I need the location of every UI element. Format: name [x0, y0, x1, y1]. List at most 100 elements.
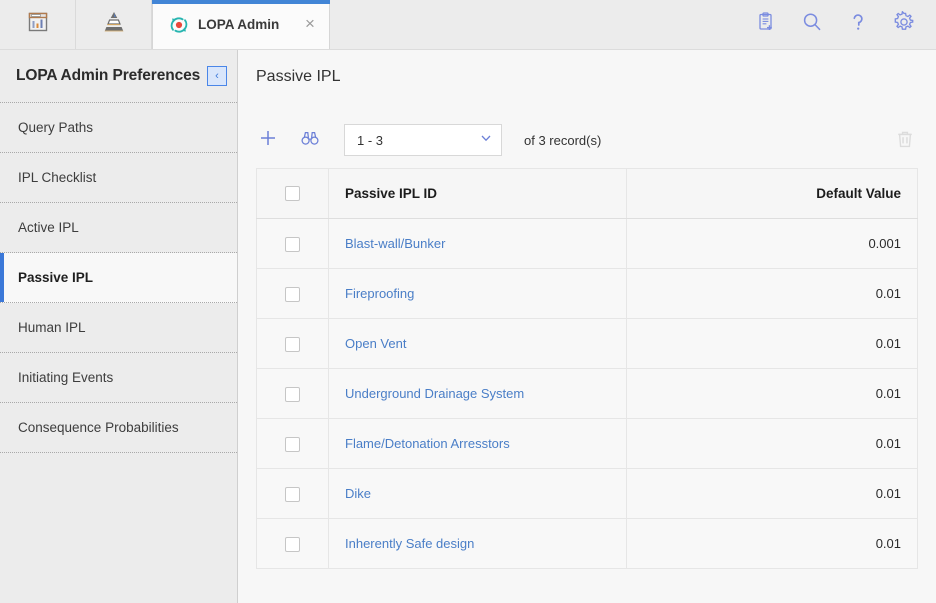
row-checkbox[interactable] [285, 486, 300, 502]
table-head: Passive IPL ID Default Value [256, 168, 918, 219]
cell-default-value: 0.001 [626, 218, 918, 269]
column-header-default-value[interactable]: Default Value [626, 168, 918, 219]
cell-passive-ipl-id: Dike [328, 468, 627, 519]
sidebar-header: LOPA Admin Preferences ‹ [0, 50, 237, 102]
select-all-checkbox[interactable] [285, 186, 300, 202]
grid-toolbar: 1 - 3 of 3 record(s) [238, 112, 936, 168]
page-range-dropdown[interactable]: 1 - 3 [344, 124, 502, 156]
cell-passive-ipl-id: Inherently Safe design [328, 518, 627, 569]
tab-label: LOPA Admin [198, 17, 280, 32]
row-checkbox[interactable] [285, 536, 300, 552]
binoculars-icon [300, 128, 320, 153]
gear-icon [893, 10, 915, 38]
grid-wrapper: Passive IPL ID Default Value Blast-wall/… [238, 168, 936, 569]
lopa-refresh-icon [169, 15, 189, 35]
cell-passive-ipl-id: Flame/Detonation Arresstors [328, 418, 627, 469]
sidebar-item-initiating-events[interactable]: Initiating Events [0, 353, 237, 403]
record-count-label: of 3 record(s) [524, 132, 602, 148]
sidebar-item-label: Consequence Probabilities [18, 420, 179, 435]
cell-default-value: 0.01 [626, 368, 918, 419]
passive-ipl-link[interactable]: Open Vent [345, 336, 406, 351]
hierarchy-pyramid-icon [101, 9, 127, 40]
table-row[interactable]: Dike 0.01 [256, 468, 918, 519]
cell-default-value: 0.01 [626, 418, 918, 469]
delete-records-button[interactable] [894, 128, 918, 152]
sidebar: LOPA Admin Preferences ‹ Query Paths IPL… [0, 50, 238, 603]
sidebar-item-passive-ipl[interactable]: Passive IPL [0, 253, 237, 303]
trash-icon [894, 131, 916, 154]
sidebar-item-label: Passive IPL [18, 270, 94, 285]
sidebar-list: Query Paths IPL Checklist Active IPL Pas… [0, 102, 237, 453]
passive-ipl-link[interactable]: Dike [345, 486, 371, 501]
table-row[interactable]: Blast-wall/Bunker 0.001 [256, 218, 918, 269]
passive-ipl-link[interactable]: Fireproofing [345, 286, 414, 301]
tab-lopa-admin[interactable]: LOPA Admin × [152, 0, 330, 49]
cell-default-value: 0.01 [626, 518, 918, 569]
page-range-value: 1 - 3 [357, 132, 384, 148]
cell-passive-ipl-id: Fireproofing [328, 268, 627, 319]
sidebar-item-human-ipl[interactable]: Human IPL [0, 303, 237, 353]
table-row[interactable]: Fireproofing 0.01 [256, 268, 918, 319]
sidebar-item-label: Active IPL [18, 220, 79, 235]
find-records-button[interactable] [298, 128, 322, 152]
search-icon-button[interactable] [800, 13, 824, 37]
table-row[interactable]: Inherently Safe design 0.01 [256, 518, 918, 569]
cell-default-value: 0.01 [626, 268, 918, 319]
sidebar-title: LOPA Admin Preferences [16, 67, 201, 84]
table-row[interactable]: Flame/Detonation Arresstors 0.01 [256, 418, 918, 469]
add-record-button[interactable] [256, 128, 280, 152]
plus-icon [258, 128, 278, 153]
table-header-row: Passive IPL ID Default Value [256, 168, 918, 219]
sidebar-collapse-button[interactable]: ‹ [207, 66, 227, 86]
passive-ipl-link[interactable]: Underground Drainage System [345, 386, 524, 401]
sidebar-item-consequence-probabilities[interactable]: Consequence Probabilities [0, 403, 237, 453]
help-icon-button[interactable] [846, 13, 870, 37]
clipboard-add-icon [755, 11, 777, 38]
cell-passive-ipl-id: Blast-wall/Bunker [328, 218, 627, 269]
cell-passive-ipl-id: Open Vent [328, 318, 627, 369]
sidebar-item-label: IPL Checklist [18, 170, 97, 185]
top-bar: LOPA Admin × [0, 0, 936, 50]
sidebar-item-label: Human IPL [18, 320, 86, 335]
row-checkbox[interactable] [285, 236, 300, 252]
row-checkbox[interactable] [285, 286, 300, 302]
clipboard-add-icon-button[interactable] [754, 11, 778, 38]
help-icon [847, 11, 869, 38]
passive-ipl-table: Passive IPL ID Default Value Blast-wall/… [256, 168, 918, 569]
column-header-passive-ipl-id[interactable]: Passive IPL ID [328, 168, 627, 219]
table-row[interactable]: Underground Drainage System 0.01 [256, 368, 918, 419]
row-select-cell [256, 368, 329, 419]
sidebar-item-active-ipl[interactable]: Active IPL [0, 203, 237, 253]
table-row[interactable]: Open Vent 0.01 [256, 318, 918, 369]
row-checkbox[interactable] [285, 386, 300, 402]
row-select-cell [256, 318, 329, 369]
row-checkbox[interactable] [285, 336, 300, 352]
sidebar-item-label: Initiating Events [18, 370, 114, 385]
gear-icon-button[interactable] [892, 10, 916, 38]
dashboard-icon-button[interactable] [0, 0, 76, 49]
cell-default-value: 0.01 [626, 318, 918, 369]
row-select-cell [256, 518, 329, 569]
dashboard-icon [26, 10, 50, 39]
row-checkbox[interactable] [285, 436, 300, 452]
sidebar-item-label: Query Paths [18, 120, 94, 135]
search-icon [801, 11, 823, 38]
row-select-cell [256, 468, 329, 519]
select-all-header [256, 168, 329, 219]
chevron-left-icon: ‹ [215, 69, 219, 82]
page-title: Passive IPL [256, 68, 341, 85]
page-body: LOPA Admin Preferences ‹ Query Paths IPL… [0, 50, 936, 603]
passive-ipl-link[interactable]: Inherently Safe design [345, 536, 474, 551]
passive-ipl-link[interactable]: Blast-wall/Bunker [345, 236, 445, 251]
row-select-cell [256, 218, 329, 269]
passive-ipl-link[interactable]: Flame/Detonation Arresstors [345, 436, 510, 451]
hierarchy-icon-button[interactable] [76, 0, 152, 49]
table-body: Blast-wall/Bunker 0.001 Fireproofing 0.0… [256, 218, 918, 569]
row-select-cell [256, 418, 329, 469]
sidebar-item-ipl-checklist[interactable]: IPL Checklist [0, 153, 237, 203]
sidebar-item-query-paths[interactable]: Query Paths [0, 103, 237, 153]
topbar-actions [754, 0, 936, 49]
row-select-cell [256, 268, 329, 319]
close-icon[interactable]: × [301, 15, 319, 34]
